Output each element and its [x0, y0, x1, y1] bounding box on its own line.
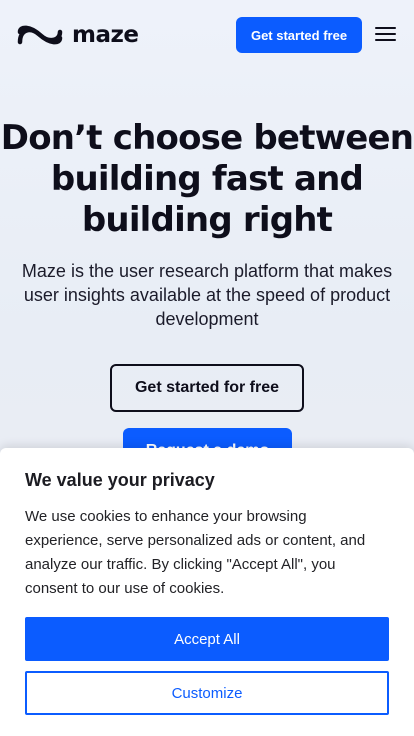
menu-line: [375, 33, 396, 35]
logo[interactable]: maze: [16, 22, 139, 48]
get-started-for-free-button[interactable]: Get started for free: [110, 364, 304, 412]
cookie-text: We use cookies to enhance your browsing …: [25, 508, 366, 597]
cookie-banner: We value your privacy We use cookies to …: [0, 448, 414, 736]
cookie-title: We value your privacy: [25, 470, 215, 490]
menu-line: [375, 27, 396, 29]
customize-button[interactable]: Customize: [25, 671, 389, 715]
maze-logo-icon: [17, 25, 63, 45]
site-header: maze Get started free: [0, 0, 414, 70]
get-started-free-button[interactable]: Get started free: [236, 17, 362, 53]
hero-subtitle: Maze is the user research platform that …: [21, 261, 393, 329]
hamburger-menu-icon[interactable]: [375, 25, 397, 43]
accept-all-button[interactable]: Accept All: [25, 617, 389, 661]
hero-title: Don’t choose between building fast and b…: [0, 118, 414, 240]
logo-text: maze: [72, 22, 139, 48]
menu-line: [375, 39, 396, 41]
